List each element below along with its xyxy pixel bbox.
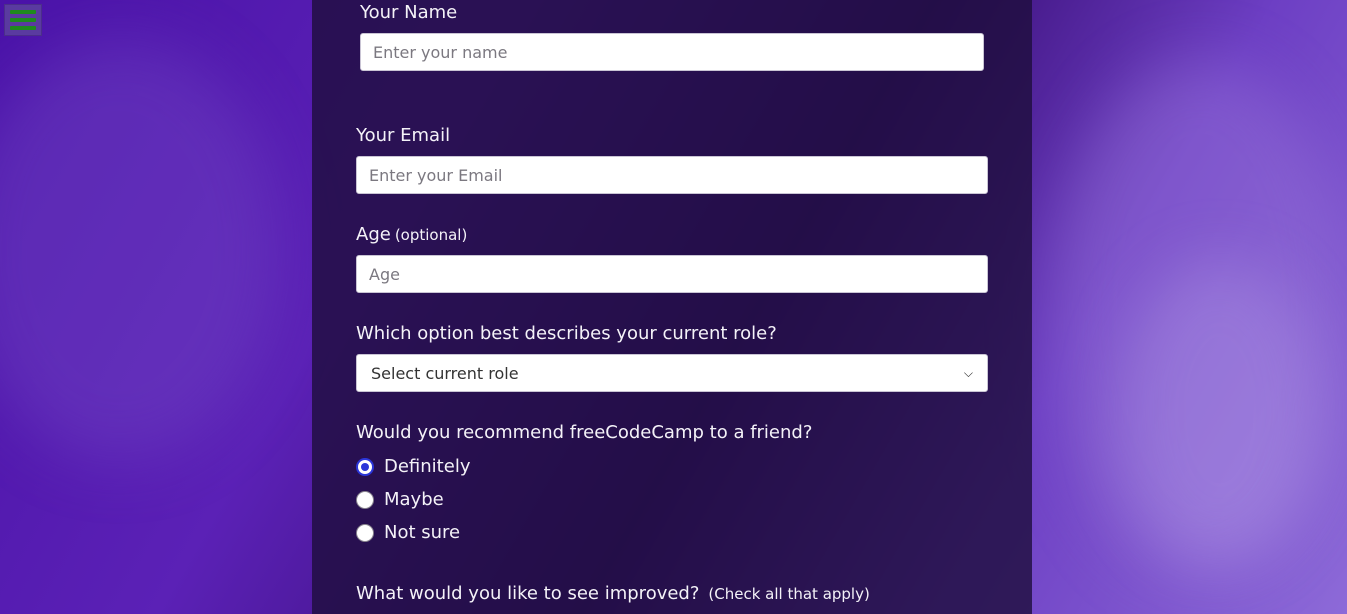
radio-option-definitely[interactable]: Definitely (356, 456, 470, 477)
age-label: Age (optional) (356, 224, 467, 246)
name-input[interactable] (360, 33, 984, 71)
email-input[interactable] (356, 156, 988, 194)
role-select-value: Select current role (371, 363, 519, 383)
improve-label: What would you like to see improved? (Che… (356, 583, 870, 605)
role-label: Which option best describes your current… (356, 323, 777, 344)
hamburger-menu-icon[interactable] (4, 4, 42, 36)
age-input[interactable] (356, 255, 988, 293)
improve-label-text: What would you like to see improved? (356, 583, 700, 604)
radio-button[interactable] (356, 457, 374, 476)
improve-hint: (Check all that apply) (708, 585, 870, 603)
chevron-down-icon: ⌵ (963, 365, 973, 380)
age-optional-note: (optional) (394, 226, 468, 244)
radio-option-maybe[interactable]: Maybe (356, 489, 444, 510)
radio-button[interactable] (356, 523, 374, 542)
recommend-label: Would you recommend freeCodeCamp to a fr… (356, 422, 813, 443)
name-label: Your Name (360, 2, 458, 23)
role-select[interactable]: Select current role ⌵ (356, 354, 988, 392)
menu-bar (10, 18, 36, 22)
menu-bar (10, 26, 36, 30)
email-label: Your Email (356, 125, 451, 146)
radio-option-not-sure[interactable]: Not sure (356, 522, 460, 543)
age-label-text: Age (356, 224, 391, 245)
radio-button[interactable] (356, 490, 374, 509)
radio-label: Maybe (384, 489, 444, 510)
radio-label: Definitely (384, 456, 471, 477)
radio-label: Not sure (384, 522, 461, 543)
menu-bar (10, 10, 36, 14)
